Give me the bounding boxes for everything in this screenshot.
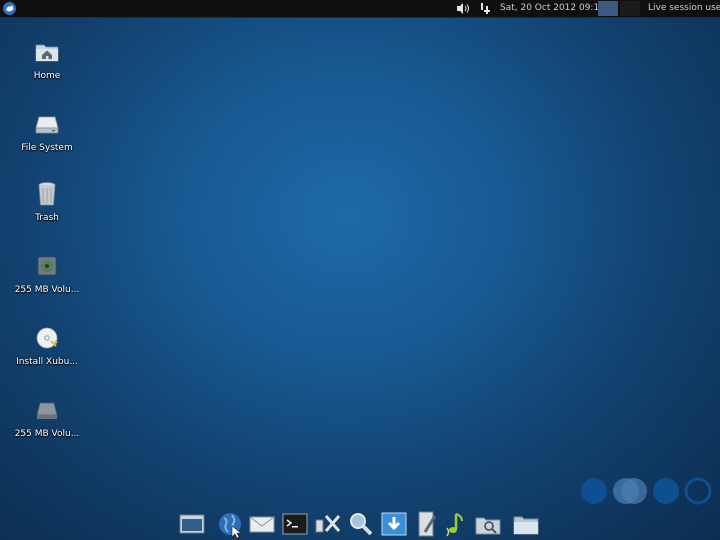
web-browser-icon[interactable] <box>216 510 244 538</box>
desktop-icon-install[interactable]: Install Xubu... <box>7 324 87 367</box>
file-search-icon[interactable] <box>474 510 502 538</box>
xubuntu-menu-icon[interactable] <box>2 1 17 16</box>
desktop-icon-label: Home <box>33 71 61 81</box>
files-icon[interactable] <box>512 510 540 538</box>
desktop-icon-filesystem[interactable]: File System <box>7 110 87 153</box>
volume-icon[interactable] <box>456 2 470 15</box>
clock[interactable]: Sat, 20 Oct 2012 09:17 <box>500 3 605 13</box>
desktop-icon-volume-2[interactable]: 255 MB Volu... <box>7 396 87 439</box>
show-desktop-icon[interactable] <box>178 510 206 538</box>
settings-icon[interactable] <box>314 510 342 538</box>
top-panel: Sat, 20 Oct 2012 09:17 Live session user <box>0 0 720 18</box>
desktop-icon-label: Install Xubu... <box>16 357 78 367</box>
network-icon[interactable] <box>479 2 491 15</box>
desktop-icon-trash[interactable]: Trash <box>7 180 87 223</box>
dock <box>176 508 546 540</box>
terminal-icon[interactable] <box>281 510 309 538</box>
volume-drive-icon <box>36 402 58 419</box>
desktop-icon-home[interactable]: Home <box>7 38 87 81</box>
desktop-icon-label: 255 MB Volu... <box>14 285 80 295</box>
desktop-icon-label: 255 MB Volu... <box>14 429 80 439</box>
workspace-1[interactable] <box>598 1 618 16</box>
workspace-2[interactable] <box>620 1 640 16</box>
desktop-icon-label: Trash <box>35 213 59 223</box>
cd-install-icon <box>36 327 58 349</box>
user-menu[interactable]: Live session user <box>648 3 720 13</box>
downloads-icon[interactable] <box>380 510 408 538</box>
trash-icon <box>38 182 56 206</box>
search-icon[interactable] <box>347 510 375 538</box>
volume-drive-icon <box>37 256 57 276</box>
drive-icon <box>35 116 59 134</box>
desktop-icon-label: File System <box>21 143 73 153</box>
desktop-icon-volume-1[interactable]: 255 MB Volu... <box>7 252 87 295</box>
mail-icon[interactable] <box>248 510 276 538</box>
media-player-icon[interactable] <box>444 510 472 538</box>
text-editor-icon[interactable] <box>413 510 441 538</box>
wallpaper-circles <box>581 477 712 505</box>
home-folder-icon <box>35 44 59 62</box>
